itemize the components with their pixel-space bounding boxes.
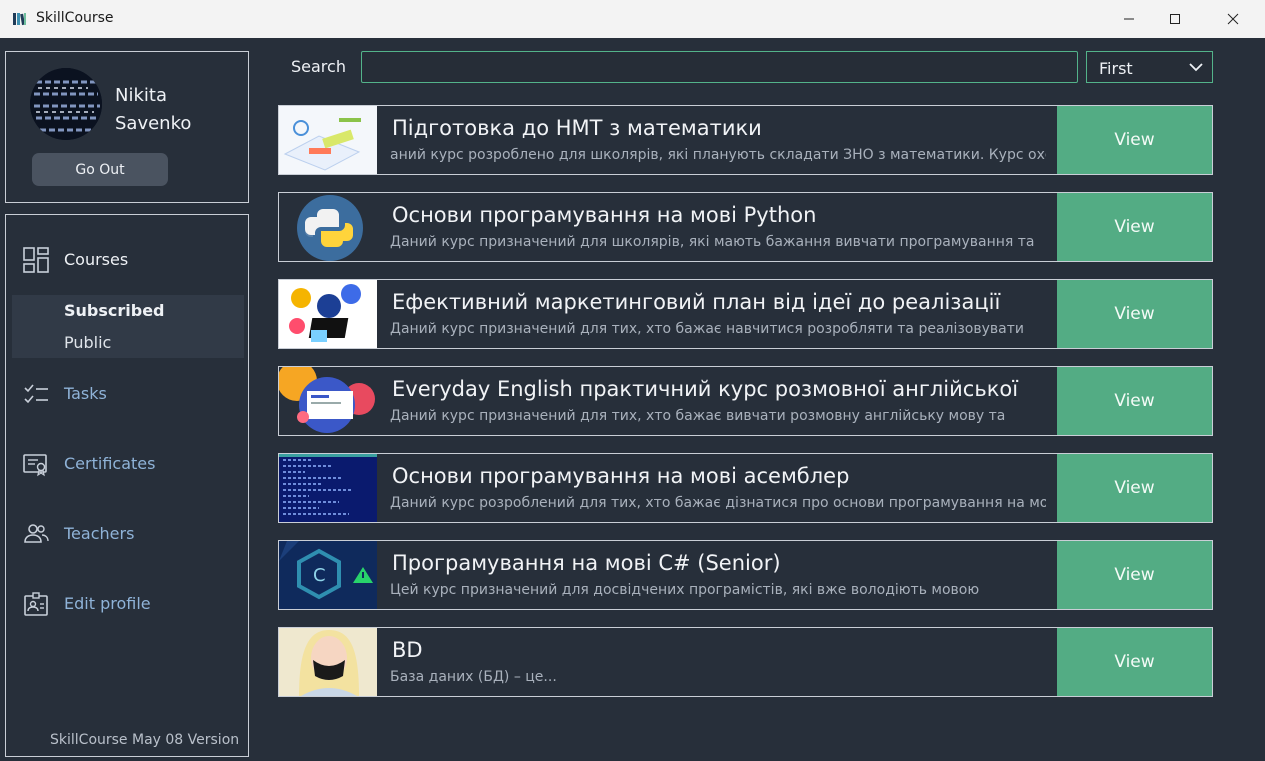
maximize-button[interactable] bbox=[1152, 0, 1198, 38]
people-icon bbox=[24, 524, 49, 543]
minimize-icon bbox=[1124, 18, 1134, 20]
course-description: Даний курс призначений для тих, хто бажа… bbox=[390, 408, 1006, 424]
nav-tasks[interactable]: Tasks bbox=[6, 374, 246, 414]
version-label: SkillCourse May 08 Version bbox=[50, 732, 240, 748]
course-title: Ефективний маркетинговий план від ідеї д… bbox=[392, 290, 1001, 314]
course-card: C Програмування на мові C# (Senior) Цей … bbox=[278, 540, 1213, 610]
nav-courses[interactable]: Courses bbox=[6, 240, 246, 280]
course-card: Everyday English практичний курс розмовн… bbox=[278, 366, 1213, 436]
subnav-subscribed[interactable]: Subscribed bbox=[64, 301, 165, 320]
course-title: Основи програмування на мові асемблер bbox=[392, 464, 850, 488]
close-button[interactable] bbox=[1210, 0, 1256, 38]
view-course-button[interactable]: View bbox=[1057, 106, 1212, 174]
course-description: Даний курс призначений для тих, хто бажа… bbox=[390, 321, 1024, 337]
view-course-button[interactable]: View bbox=[1057, 193, 1212, 261]
navigation-panel: Courses Subscribed Public Tasks Certific… bbox=[5, 214, 249, 757]
course-card: Основи програмування на мові Python Дани… bbox=[278, 192, 1213, 262]
nav-tasks-label: Tasks bbox=[64, 384, 107, 403]
course-thumbnail bbox=[279, 280, 377, 348]
view-course-button[interactable]: View bbox=[1057, 541, 1212, 609]
course-card: BD База даних (БД) – це... View bbox=[278, 627, 1213, 697]
window-title: SkillCourse bbox=[36, 10, 114, 26]
chevron-down-icon bbox=[1189, 63, 1203, 72]
subnav-public[interactable]: Public bbox=[64, 333, 111, 352]
course-thumbnail bbox=[279, 193, 377, 261]
profile-panel: Nikita Savenko Go Out bbox=[5, 51, 249, 203]
id-badge-icon bbox=[24, 592, 48, 616]
view-course-button[interactable]: View bbox=[1057, 454, 1212, 522]
nav-edit-profile[interactable]: Edit profile bbox=[6, 584, 246, 624]
search-label: Search bbox=[291, 57, 346, 76]
sort-dropdown[interactable]: First bbox=[1086, 51, 1213, 83]
course-title: Програмування на мові C# (Senior) bbox=[392, 551, 781, 575]
course-thumbnail bbox=[279, 367, 377, 435]
minimize-button[interactable] bbox=[1106, 0, 1152, 38]
app-logo-icon bbox=[13, 13, 26, 26]
course-card: Основи програмування на мові асемблер Да… bbox=[278, 453, 1213, 523]
course-title: BD bbox=[392, 638, 423, 662]
course-description: База даних (БД) – це... bbox=[390, 669, 557, 685]
course-title: Everyday English практичний курс розмовн… bbox=[392, 377, 1019, 401]
course-title: Підготовка до НМТ з математики bbox=[392, 116, 762, 140]
course-description: Цей курс призначений для досвідчених про… bbox=[390, 582, 980, 598]
checklist-icon bbox=[24, 384, 48, 404]
nav-edit-profile-label: Edit profile bbox=[64, 594, 151, 613]
course-thumbnail bbox=[279, 106, 377, 174]
view-course-button[interactable]: View bbox=[1057, 367, 1212, 435]
course-thumbnail: C bbox=[279, 541, 377, 609]
svg-text:C: C bbox=[313, 565, 326, 586]
course-description: Даний курс розроблений для тих, хто бажа… bbox=[390, 495, 1046, 511]
grid-icon bbox=[23, 247, 49, 273]
course-thumbnail bbox=[279, 454, 377, 522]
course-description: Даний курс призначений для школярів, які… bbox=[390, 234, 1035, 250]
view-course-button[interactable]: View bbox=[1057, 628, 1212, 696]
sort-selected-value: First bbox=[1099, 59, 1133, 78]
nav-courses-label: Courses bbox=[64, 250, 129, 269]
go-out-button[interactable]: Go Out bbox=[32, 153, 168, 186]
close-icon bbox=[1227, 13, 1239, 25]
title-bar: SkillCourse bbox=[0, 0, 1265, 38]
course-thumbnail bbox=[279, 628, 377, 696]
nav-certificates-label: Certificates bbox=[64, 454, 156, 473]
course-description: аний курс розроблено для школярів, які п… bbox=[390, 147, 1046, 163]
nav-teachers[interactable]: Teachers bbox=[6, 514, 246, 554]
maximize-icon bbox=[1170, 14, 1180, 24]
nav-certificates[interactable]: Certificates bbox=[6, 444, 246, 484]
view-course-button[interactable]: View bbox=[1057, 280, 1212, 348]
avatar bbox=[30, 68, 102, 140]
course-title: Основи програмування на мові Python bbox=[392, 203, 817, 227]
user-name: Nikita Savenko bbox=[115, 85, 192, 134]
nav-teachers-label: Teachers bbox=[64, 524, 135, 543]
course-card: Ефективний маркетинговий план від ідеї д… bbox=[278, 279, 1213, 349]
course-card: Підготовка до НМТ з математики аний курс… bbox=[278, 105, 1213, 175]
certificate-icon bbox=[23, 454, 47, 477]
search-input[interactable] bbox=[361, 51, 1078, 83]
courses-subnav: Subscribed Public bbox=[12, 295, 244, 358]
